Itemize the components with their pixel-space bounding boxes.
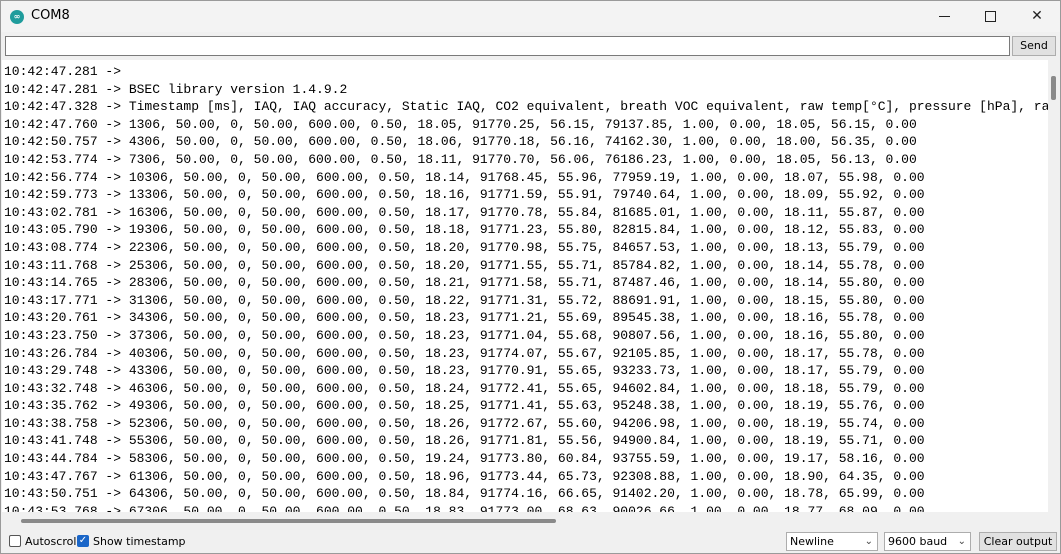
horizontal-scrollbar[interactable]	[2, 512, 1048, 529]
line-ending-value: Newline	[790, 535, 834, 548]
show-timestamp-checkbox[interactable]: ✓	[77, 535, 89, 547]
output-line: 10:43:29.748 -> 43306, 50.00, 0, 50.00, …	[4, 363, 925, 379]
chevron-down-icon: ⌄	[957, 536, 966, 547]
maximize-button[interactable]	[967, 1, 1013, 32]
output-line: 10:43:23.750 -> 37306, 50.00, 0, 50.00, …	[4, 327, 925, 343]
output-line: 10:42:53.774 -> 7306, 50.00, 0, 50.00, 6…	[4, 151, 917, 167]
minimize-button[interactable]	[921, 1, 967, 32]
checkmark-icon: ✓	[78, 535, 88, 546]
output-line: 10:42:47.760 -> 1306, 50.00, 0, 50.00, 6…	[4, 116, 917, 132]
horizontal-scroll-thumb[interactable]	[21, 519, 556, 523]
output-line: 10:43:35.762 -> 49306, 50.00, 0, 50.00, …	[4, 398, 925, 414]
output-line: 10:43:02.781 -> 16306, 50.00, 0, 50.00, …	[4, 204, 925, 220]
output-line: 10:43:08.774 -> 22306, 50.00, 0, 50.00, …	[4, 239, 925, 255]
output-line: 10:42:47.281 ->	[4, 64, 122, 79]
output-line: 10:42:47.281 -> BSEC library version 1.4…	[4, 81, 348, 97]
output-line: 10:43:14.765 -> 28306, 50.00, 0, 50.00, …	[4, 275, 925, 291]
vertical-scroll-thumb[interactable]	[1051, 76, 1056, 100]
vertical-scrollbar[interactable]	[1048, 60, 1059, 512]
send-input[interactable]	[5, 36, 1010, 56]
output-line: 10:43:47.767 -> 61306, 50.00, 0, 50.00, …	[4, 468, 925, 484]
output-line: 10:43:17.771 -> 31306, 50.00, 0, 50.00, …	[4, 292, 925, 308]
output-line: 10:43:32.748 -> 46306, 50.00, 0, 50.00, …	[4, 380, 925, 396]
send-row: Send	[1, 32, 1060, 59]
output-line: 10:43:38.758 -> 52306, 50.00, 0, 50.00, …	[4, 415, 925, 431]
autoscroll-checkbox[interactable]	[9, 535, 21, 547]
baud-rate-value: 9600 baud	[888, 535, 948, 548]
bottom-toolbar: Autoscroll ✓ Show timestamp Newline ⌄ 96…	[1, 530, 1060, 553]
output-line: 10:43:11.768 -> 25306, 50.00, 0, 50.00, …	[4, 257, 925, 273]
serial-monitor-window: ∞ COM8 ✕ Send 10:42:47.281 -> 10:42:47.28…	[0, 0, 1061, 554]
output-line: 10:43:53.768 -> 67306, 50.00, 0, 50.00, …	[4, 503, 925, 512]
line-ending-select[interactable]: Newline ⌄	[786, 532, 878, 551]
chevron-down-icon: ⌄	[864, 536, 873, 547]
output-line: 10:43:20.761 -> 34306, 50.00, 0, 50.00, …	[4, 310, 925, 326]
output-line: 10:43:50.751 -> 64306, 50.00, 0, 50.00, …	[4, 486, 925, 502]
output-line: 10:43:44.784 -> 58306, 50.00, 0, 50.00, …	[4, 451, 925, 467]
close-icon: ✕	[1031, 8, 1043, 24]
clear-output-button[interactable]: Clear output	[979, 532, 1057, 551]
output-line: 10:43:05.790 -> 19306, 50.00, 0, 50.00, …	[4, 222, 925, 238]
autoscroll-label[interactable]: Autoscroll	[25, 535, 79, 548]
window-title: COM8	[31, 8, 70, 23]
output-line: 10:43:41.748 -> 55306, 50.00, 0, 50.00, …	[4, 433, 925, 449]
output-line: 10:43:26.784 -> 40306, 50.00, 0, 50.00, …	[4, 345, 925, 361]
baud-rate-select[interactable]: 9600 baud ⌄	[884, 532, 971, 551]
output-line: 10:42:56.774 -> 10306, 50.00, 0, 50.00, …	[4, 169, 925, 185]
serial-output[interactable]: 10:42:47.281 -> 10:42:47.281 -> BSEC libr…	[2, 60, 1048, 512]
arduino-icon: ∞	[10, 10, 24, 24]
show-timestamp-label[interactable]: Show timestamp	[93, 535, 186, 548]
title-bar: ∞ COM8 ✕	[1, 1, 1060, 32]
output-lines: 10:42:47.281 -> 10:42:47.281 -> BSEC libr…	[4, 63, 1048, 512]
send-button[interactable]: Send	[1012, 36, 1056, 56]
output-line: 10:42:47.328 -> Timestamp [ms], IAQ, IAQ…	[4, 99, 1048, 115]
output-line: 10:42:59.773 -> 13306, 50.00, 0, 50.00, …	[4, 187, 925, 203]
output-line: 10:42:50.757 -> 4306, 50.00, 0, 50.00, 6…	[4, 134, 917, 150]
minimize-icon	[938, 15, 950, 17]
maximize-icon	[984, 10, 996, 22]
close-button[interactable]: ✕	[1014, 1, 1060, 32]
